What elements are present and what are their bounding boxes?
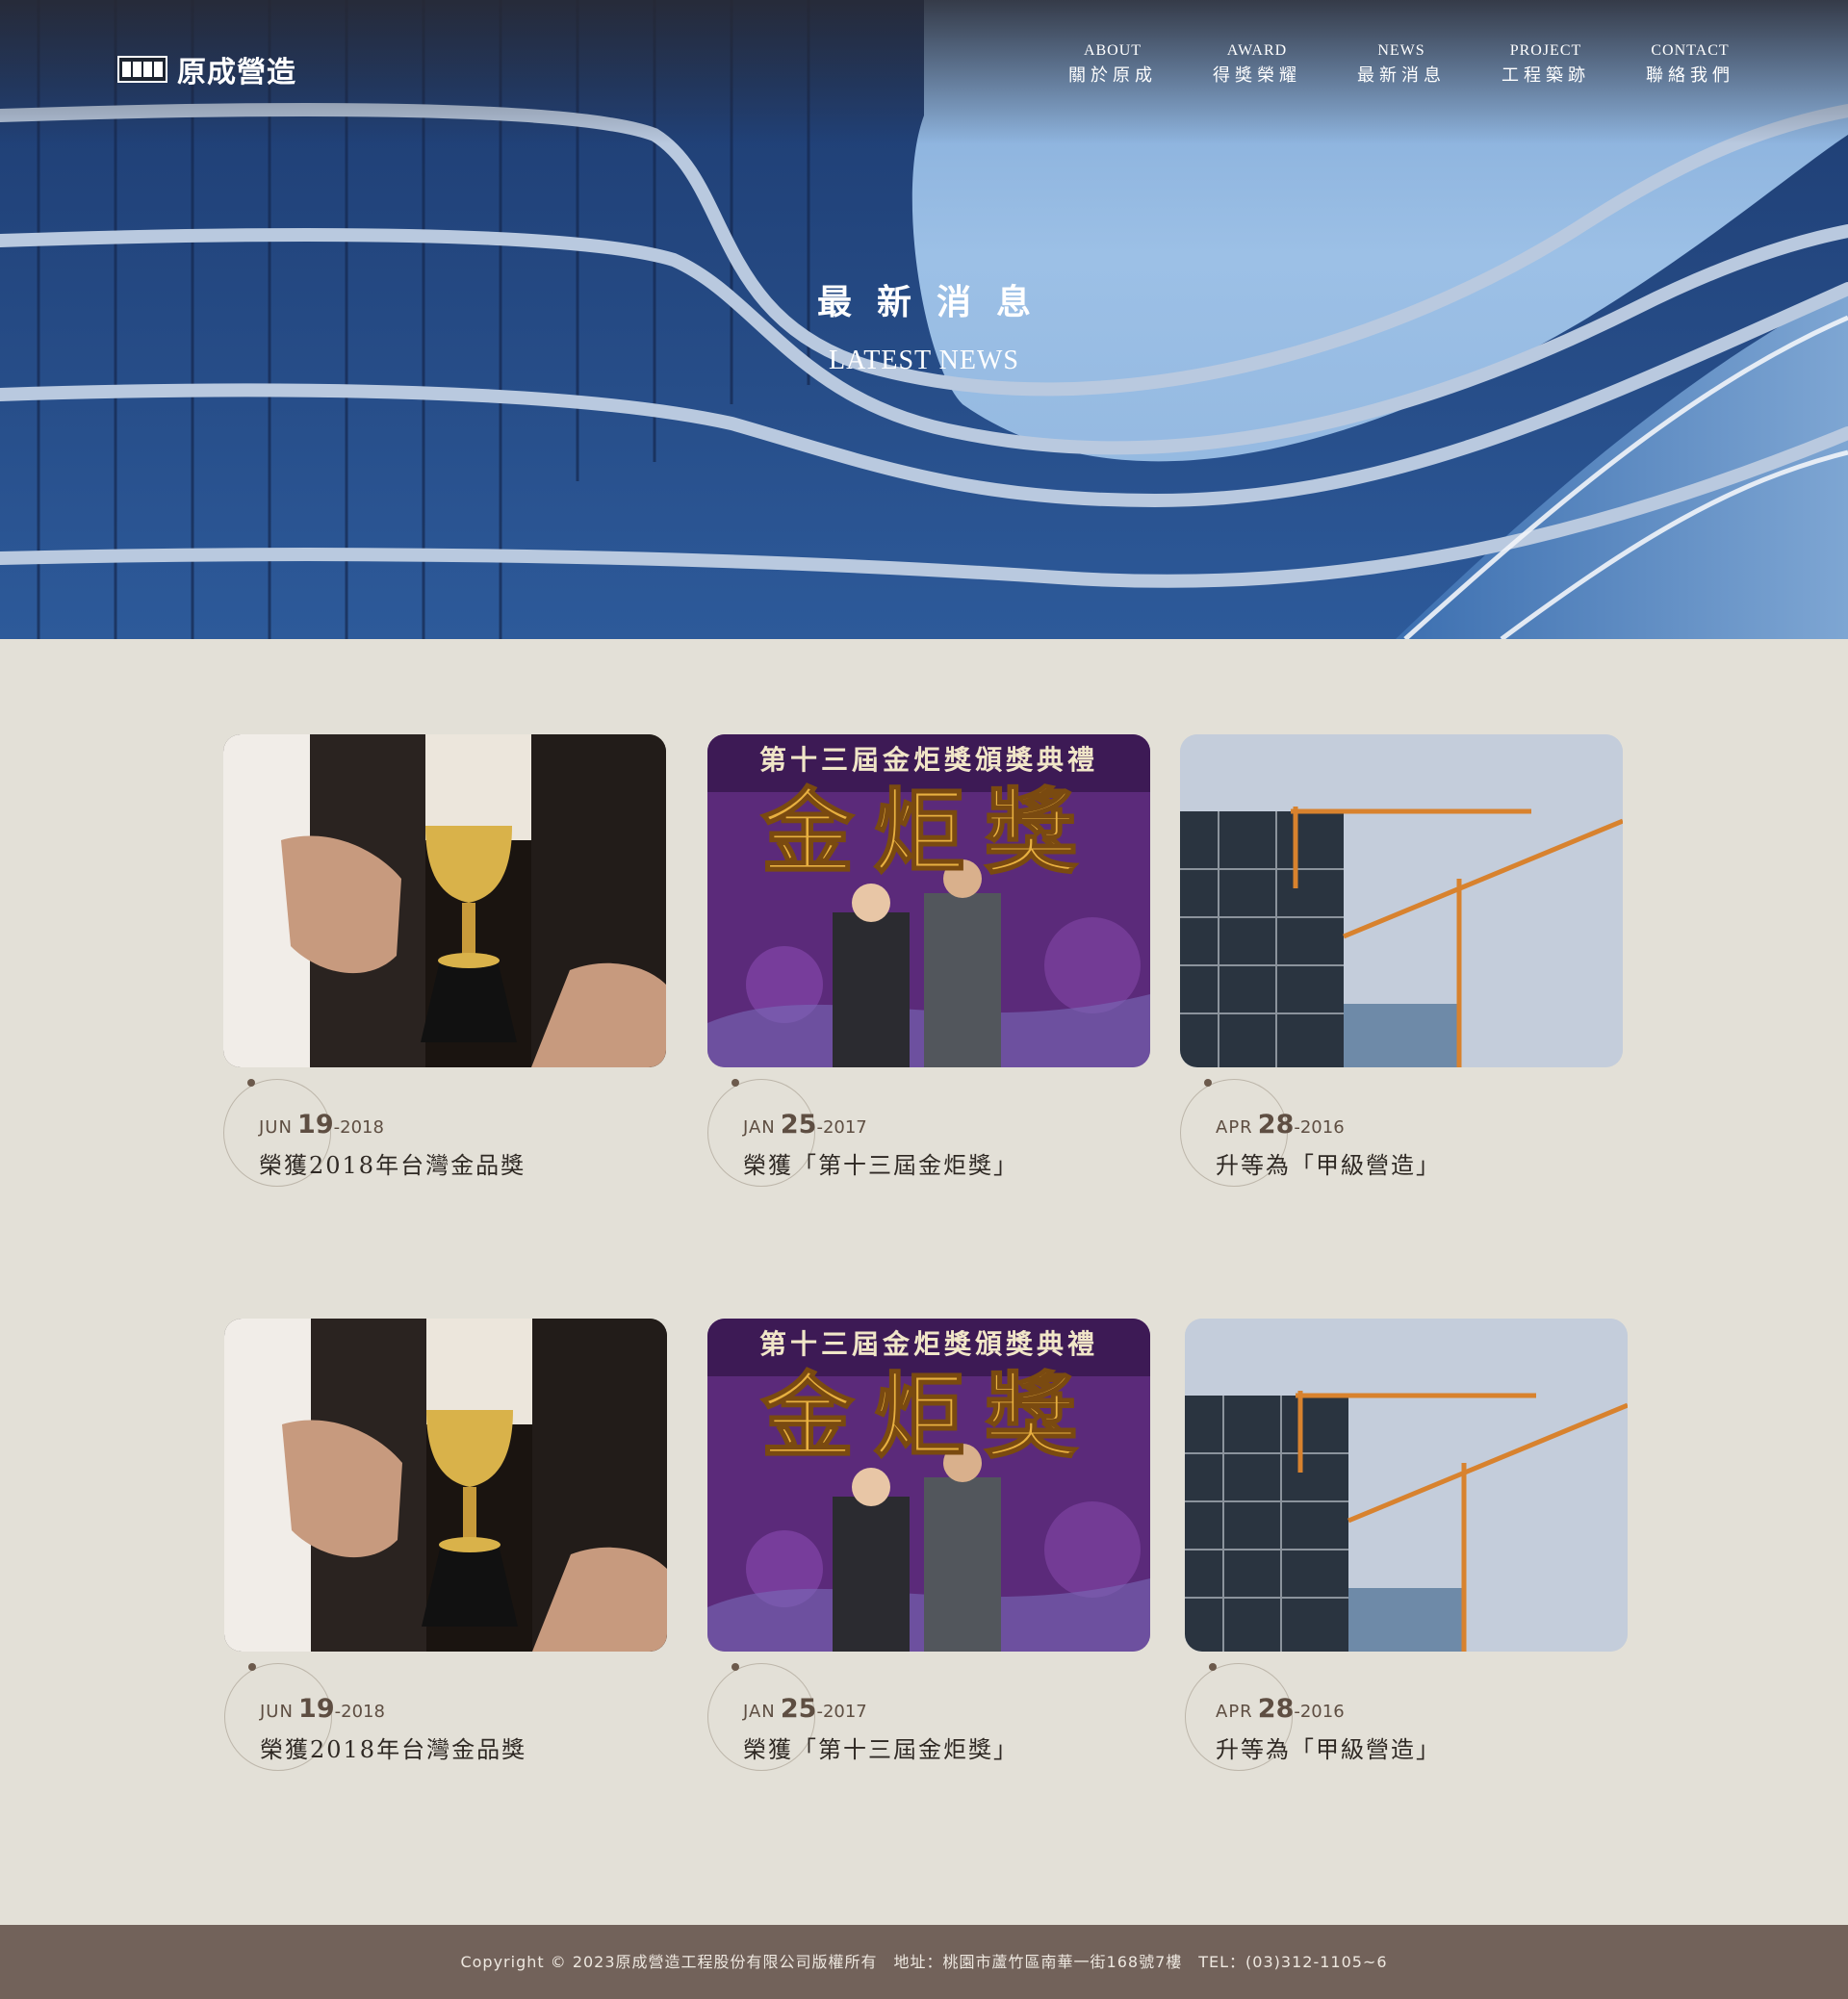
nav-label-zh: 最新消息: [1357, 65, 1446, 86]
news-card[interactable]: APR 28-2016 升等為「甲級營造」: [1185, 1319, 1628, 1777]
date-day: 19: [297, 1110, 334, 1140]
news-meta: JAN 25-2017 榮獲「第十三屆金炬獎」: [707, 1067, 1150, 1192]
news-card[interactable]: JUN 19-2018 榮獲2018年台灣金品獎: [224, 1319, 667, 1777]
news-title[interactable]: 榮獲2018年台灣金品獎: [259, 1146, 526, 1180]
hero-title-en: LATEST NEWS: [829, 346, 1019, 375]
news-date: JAN 25-2017: [743, 1110, 867, 1140]
banner-big-text: 金炬獎: [760, 1362, 1096, 1471]
nav-item-project[interactable]: PROJECT 工程築跡: [1502, 42, 1590, 87]
nav-item-award[interactable]: AWARD 得獎榮耀: [1213, 42, 1301, 87]
news-title[interactable]: 升等為「甲級營造」: [1216, 1146, 1441, 1180]
nav-label-en: NEWS: [1377, 42, 1425, 59]
nav-label-zh: 工程築跡: [1502, 65, 1590, 86]
news-card[interactable]: 第十三屆金炬獎頒獎典禮 金炬獎 JAN 25-2017 榮獲「第十三屆金炬獎」: [707, 1319, 1150, 1777]
date-year: -2017: [816, 1117, 867, 1138]
date-day: 25: [780, 1694, 817, 1724]
nav-item-news[interactable]: NEWS 最新消息: [1357, 42, 1446, 87]
news-meta: APR 28-2016 升等為「甲級營造」: [1185, 1652, 1628, 1777]
nav-label-en: PROJECT: [1509, 42, 1582, 59]
news-card[interactable]: 第十三屆金炬獎頒獎典禮 金炬獎 JAN 25-2017 榮獲「第十三屆金炬獎」: [707, 734, 1150, 1192]
news-meta: JUN 19-2018 榮獲2018年台灣金品獎: [223, 1067, 666, 1192]
date-month: APR: [1216, 1702, 1253, 1722]
news-title[interactable]: 榮獲「第十三屆金炬獎」: [743, 1146, 1018, 1180]
news-date: JAN 25-2017: [743, 1694, 867, 1724]
date-dot-icon: [732, 1079, 739, 1087]
news-thumbnail[interactable]: [224, 1319, 667, 1652]
news-thumbnail[interactable]: [1185, 1319, 1628, 1652]
news-date: JUN 19-2018: [259, 1110, 384, 1140]
footer-copyright: Copyright © 2023原成營造工程股份有限公司版權所有 地址：桃園市蘆…: [460, 1953, 1388, 1971]
news-thumbnail[interactable]: 第十三屆金炬獎頒獎典禮 金炬獎: [707, 1319, 1150, 1652]
construction-crane-photo: [1180, 734, 1623, 1067]
site-footer: Copyright © 2023原成營造工程股份有限公司版權所有 地址：桃園市蘆…: [0, 1925, 1848, 1999]
news-thumbnail[interactable]: 第十三屆金炬獎頒獎典禮 金炬獎: [707, 734, 1150, 1067]
news-title[interactable]: 榮獲2018年台灣金品獎: [260, 1730, 526, 1764]
date-month: JAN: [743, 1702, 776, 1722]
date-year: -2016: [1294, 1702, 1345, 1722]
news-card[interactable]: APR 28-2016 升等為「甲級營造」: [1180, 734, 1623, 1192]
site-logo[interactable]: 原成營造: [117, 48, 296, 90]
nav-label-en: AWARD: [1226, 42, 1288, 59]
award-ceremony-photo: 第十三屆金炬獎頒獎典禮 金炬獎: [707, 1319, 1150, 1652]
trophy-photo: [224, 1319, 667, 1652]
main-nav: ABOUT 關於原成 AWARD 得獎榮耀 NEWS 最新消息 PROJECT …: [1068, 42, 1734, 87]
date-year: -2018: [333, 1117, 384, 1138]
date-day: 28: [1257, 1694, 1295, 1724]
date-month: APR: [1216, 1117, 1253, 1138]
date-dot-icon: [1204, 1079, 1212, 1087]
news-meta: JUN 19-2018 榮獲2018年台灣金品獎: [224, 1652, 667, 1777]
news-card[interactable]: JUN 19-2018 榮獲2018年台灣金品獎: [223, 734, 666, 1192]
nav-label-en: CONTACT: [1651, 42, 1730, 59]
news-title[interactable]: 榮獲「第十三屆金炬獎」: [743, 1730, 1018, 1764]
date-year: -2018: [334, 1702, 385, 1722]
nav-label-zh: 聯絡我們: [1646, 65, 1734, 86]
date-year: -2016: [1294, 1117, 1345, 1138]
banner-small-text: 第十三屆金炬獎頒獎典禮: [759, 744, 1098, 776]
date-dot-icon: [247, 1079, 255, 1087]
date-day: 19: [298, 1694, 335, 1724]
news-date: APR 28-2016: [1216, 1694, 1345, 1724]
news-date: JUN 19-2018: [260, 1694, 385, 1724]
date-day: 25: [780, 1110, 817, 1140]
hero-title: 最新消息 LATEST NEWS: [0, 274, 1848, 376]
banner-small-text: 第十三屆金炬獎頒獎典禮: [759, 1328, 1098, 1360]
nav-label-zh: 關於原成: [1068, 65, 1157, 86]
date-month: JUN: [260, 1702, 294, 1722]
date-dot-icon: [1209, 1663, 1217, 1671]
news-meta: JAN 25-2017 榮獲「第十三屆金炬獎」: [707, 1652, 1150, 1777]
date-dot-icon: [248, 1663, 256, 1671]
trophy-photo: [223, 734, 666, 1067]
banner-big-text: 金炬獎: [760, 778, 1096, 886]
nav-item-contact[interactable]: CONTACT 聯絡我們: [1646, 42, 1734, 87]
nav-label-en: ABOUT: [1083, 42, 1142, 59]
date-day: 28: [1257, 1110, 1295, 1140]
date-dot-icon: [732, 1663, 739, 1671]
date-year: -2017: [816, 1702, 867, 1722]
construction-crane-photo: [1185, 1319, 1628, 1652]
news-thumbnail[interactable]: [1180, 734, 1623, 1067]
news-meta: APR 28-2016 升等為「甲級營造」: [1180, 1067, 1623, 1192]
nav-label-zh: 得獎榮耀: [1213, 65, 1301, 86]
news-title[interactable]: 升等為「甲級營造」: [1216, 1730, 1441, 1764]
date-month: JAN: [743, 1117, 776, 1138]
award-ceremony-photo: 第十三屆金炬獎頒獎典禮 金炬獎: [707, 734, 1150, 1067]
logo-text: 原成營造: [177, 56, 296, 90]
date-month: JUN: [259, 1117, 293, 1138]
hero-title-zh: 最新消息: [816, 282, 1056, 322]
hero-banner: 原成營造 ABOUT 關於原成 AWARD 得獎榮耀 NEWS 最新消息 PRO…: [0, 0, 1848, 639]
logo-mark-icon: [117, 56, 167, 83]
news-date: APR 28-2016: [1216, 1110, 1345, 1140]
nav-item-about[interactable]: ABOUT 關於原成: [1068, 42, 1157, 87]
news-thumbnail[interactable]: [223, 734, 666, 1067]
